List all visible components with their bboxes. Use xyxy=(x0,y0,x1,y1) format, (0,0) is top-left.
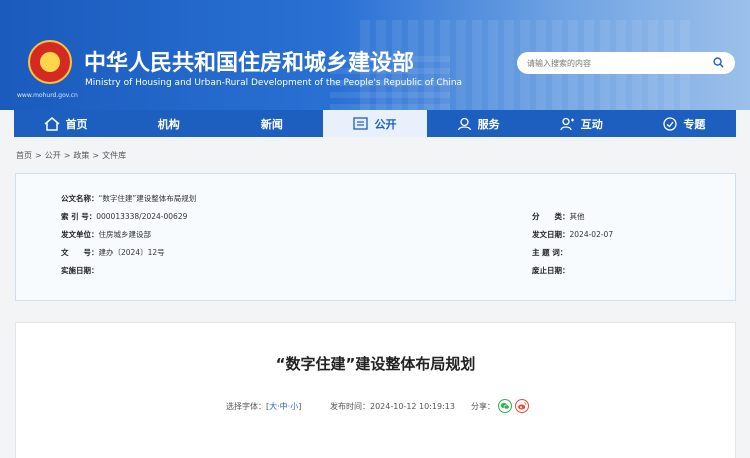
publish-time-label: 发布时间： xyxy=(330,402,370,411)
info-category-row: 分 类：其他 xyxy=(532,211,585,222)
nav-interaction-label: 互动 xyxy=(580,117,603,131)
search-icon[interactable] xyxy=(713,57,724,68)
info-name-row: 公文名称：“数字住建”建设整体布局规划 xyxy=(61,193,196,204)
info-issuer-value: 住房城乡建设部 xyxy=(98,230,152,239)
info-name-value: “数字住建”建设整体布局规划 xyxy=(98,194,197,203)
interact-icon xyxy=(560,117,574,130)
info-issuer-row: 发文单位：住房城乡建设部 xyxy=(61,229,151,240)
service-icon xyxy=(457,117,471,130)
nav-news[interactable]: 新闻 xyxy=(220,110,323,137)
nav-home-label: 首页 xyxy=(65,117,88,131)
breadcrumb-separator: > xyxy=(35,151,42,160)
article-title: “数字住建”建设整体布局规划 xyxy=(275,355,476,373)
info-index-label: 索 引 号： xyxy=(61,212,97,221)
info-date-value: 2024-02-07 xyxy=(569,230,614,239)
nav-public-label: 公开 xyxy=(374,117,397,131)
document-info-panel: 公文名称：“数字住建”建设整体布局规划 索 引 号：000013338/2024… xyxy=(15,173,736,301)
font-medium-link[interactable]: 中 xyxy=(280,402,288,411)
info-docno-value: 建办〔2024〕12号 xyxy=(98,248,165,257)
info-category-value: 其他 xyxy=(569,212,585,221)
font-size-selector: 选择字体：[大·中·小] xyxy=(226,402,302,411)
wechat-share-icon[interactable] xyxy=(498,399,512,413)
share-label: 分享： xyxy=(471,401,495,411)
font-large-link[interactable]: 大 xyxy=(269,402,277,411)
nav-topics-label: 专题 xyxy=(683,117,706,131)
breadcrumb-library[interactable]: 文件库 xyxy=(102,151,126,160)
topic-icon xyxy=(663,116,678,131)
public-icon xyxy=(353,117,369,130)
search-box[interactable] xyxy=(517,52,735,74)
info-effective-row: 实施日期： xyxy=(61,265,99,276)
nav-organization-label: 机构 xyxy=(157,117,180,131)
info-docno-row: 文 号：建办〔2024〕12号 xyxy=(61,247,165,258)
breadcrumb-separator: > xyxy=(63,151,71,160)
info-category-label: 分 类： xyxy=(532,212,570,221)
site-title[interactable]: 中华人民共和国住房和城乡建设部 xyxy=(84,45,414,77)
info-date-label: 发文日期： xyxy=(532,230,570,239)
info-abolish-label: 废止日期： xyxy=(532,266,570,275)
breadcrumb: 首页 > 公开 > 政策 > 文件库 xyxy=(16,150,126,161)
breadcrumb-public[interactable]: 公开 xyxy=(45,151,61,160)
breadcrumb-home[interactable]: 首页 xyxy=(16,151,32,160)
info-effective-label: 实施日期： xyxy=(61,266,99,275)
breadcrumb-policy[interactable]: 政策 xyxy=(73,151,89,160)
nav-service[interactable]: 服务 xyxy=(427,110,530,137)
publish-time-value: 2024-10-12 10:19:13 xyxy=(370,402,455,411)
article-card: “数字住建”建设整体布局规划 选择字体：[大·中·小] 发布时间：2024-10… xyxy=(15,322,736,458)
search-input[interactable] xyxy=(527,56,697,70)
font-bracket-close: ] xyxy=(298,402,302,411)
info-docno-label: 文 号： xyxy=(61,248,99,257)
breadcrumb-separator: > xyxy=(92,151,100,160)
info-abolish-row: 废止日期： xyxy=(532,265,570,276)
info-index-value: 000013338/2024-00629 xyxy=(96,212,188,221)
nav-topics[interactable]: 专题 xyxy=(633,110,736,137)
nav-service-label: 服务 xyxy=(477,117,500,131)
font-size-label: 选择字体： xyxy=(226,402,266,411)
weibo-share-icon[interactable] xyxy=(515,399,529,413)
info-subject-label: 主 题 词： xyxy=(532,248,568,257)
main-nav: 首页 机构 新闻 公开 服务 互动 专题 xyxy=(14,110,736,137)
publish-time: 发布时间：2024-10-12 10:19:13 xyxy=(330,401,455,412)
info-subject-row: 主 题 词： xyxy=(532,247,567,258)
nav-home[interactable]: 首页 xyxy=(14,110,117,137)
info-issuer-label: 发文单位： xyxy=(61,230,99,239)
info-date-row: 发文日期：2024-02-07 xyxy=(532,229,613,240)
info-index-row: 索 引 号：000013338/2024-00629 xyxy=(61,211,187,222)
nav-news-label: 新闻 xyxy=(260,117,283,131)
share-bar: 分享： xyxy=(471,399,529,413)
info-name-label: 公文名称： xyxy=(61,194,99,203)
home-icon xyxy=(44,116,60,131)
nav-interaction[interactable]: 互动 xyxy=(530,110,633,137)
national-emblem-icon[interactable]: ★ xyxy=(28,40,72,84)
nav-organization[interactable]: 机构 xyxy=(117,110,220,137)
nav-public[interactable]: 公开 xyxy=(323,110,427,137)
site-subtitle: Ministry of Housing and Urban-Rural Deve… xyxy=(85,78,463,88)
site-url: www.mohurd.gov.cn xyxy=(17,92,78,99)
site-banner: ★ www.mohurd.gov.cn 中华人民共和国住房和城乡建设部 Mini… xyxy=(0,0,750,110)
